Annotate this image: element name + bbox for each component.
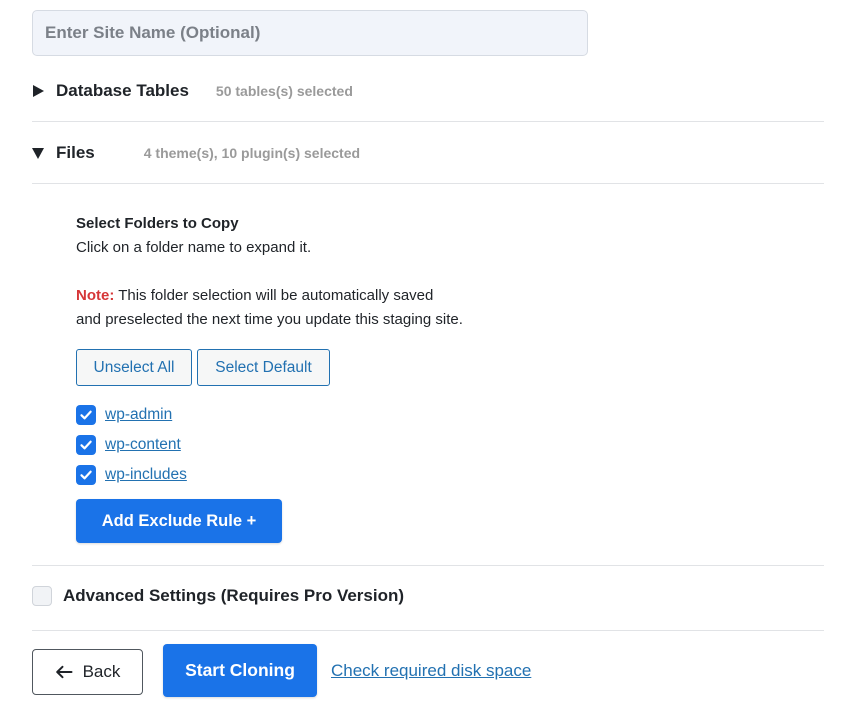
folder-item[interactable]: wp-content xyxy=(76,435,181,455)
divider xyxy=(32,183,824,184)
section-files[interactable]: Files 4 theme(s), 10 plugin(s) selected xyxy=(32,140,824,166)
advanced-settings-label: Advanced Settings (Requires Pro Version) xyxy=(63,586,405,605)
section-title-files: Files xyxy=(56,143,95,162)
folder-link-wp-includes[interactable]: wp-includes xyxy=(105,466,187,484)
section-title-database: Database Tables xyxy=(56,81,189,100)
folder-item[interactable]: wp-admin xyxy=(76,405,172,425)
checkbox-checked[interactable] xyxy=(76,465,96,485)
site-name-input[interactable] xyxy=(32,10,588,56)
advanced-settings-option[interactable]: Advanced Settings (Requires Pro Version) xyxy=(32,586,404,606)
advanced-settings-checkbox[interactable] xyxy=(32,586,52,606)
checkmark-icon xyxy=(80,440,92,450)
files-selection-count: 4 theme(s), 10 plugin(s) selected xyxy=(143,145,361,161)
add-exclude-rule-button[interactable]: Add Exclude Rule + xyxy=(76,499,282,543)
select-default-button[interactable]: Select Default xyxy=(197,349,330,386)
divider xyxy=(32,565,824,566)
arrow-left-icon xyxy=(55,665,73,679)
checkmark-icon xyxy=(80,470,92,480)
note-text: Note: This folder selection will be auto… xyxy=(76,284,776,308)
folder-link-wp-content[interactable]: wp-content xyxy=(105,436,181,454)
unselect-all-button[interactable]: Unselect All xyxy=(76,349,192,386)
divider xyxy=(32,121,824,122)
back-button[interactable]: Back xyxy=(32,649,143,695)
expand-folder-hint: Click on a folder name to expand it. xyxy=(76,239,312,256)
checkbox-checked[interactable] xyxy=(76,405,96,425)
note-label: Note: xyxy=(76,287,115,304)
start-cloning-button[interactable]: Start Cloning xyxy=(163,644,317,697)
note-line-1: This folder selection will be automatica… xyxy=(114,287,434,304)
back-button-label: Back xyxy=(82,662,121,681)
caret-down-icon xyxy=(32,147,44,159)
note-line-2: and preselected the next time you update… xyxy=(76,311,463,328)
clone-staging-form: Database Tables 50 tables(s) selected Fi… xyxy=(0,0,845,719)
select-folders-heading: Select Folders to Copy xyxy=(76,215,239,232)
folder-link-wp-admin[interactable]: wp-admin xyxy=(105,406,172,424)
check-disk-space-link[interactable]: Check required disk space xyxy=(331,661,531,681)
files-panel: Select Folders to Copy Click on a folder… xyxy=(76,212,776,332)
database-selection-count: 50 tables(s) selected xyxy=(215,83,353,99)
folder-item[interactable]: wp-includes xyxy=(76,465,187,485)
divider xyxy=(32,630,824,631)
caret-right-icon xyxy=(33,85,44,97)
checkbox-checked[interactable] xyxy=(76,435,96,455)
section-database-tables[interactable]: Database Tables 50 tables(s) selected xyxy=(32,78,824,104)
checkmark-icon xyxy=(80,410,92,420)
